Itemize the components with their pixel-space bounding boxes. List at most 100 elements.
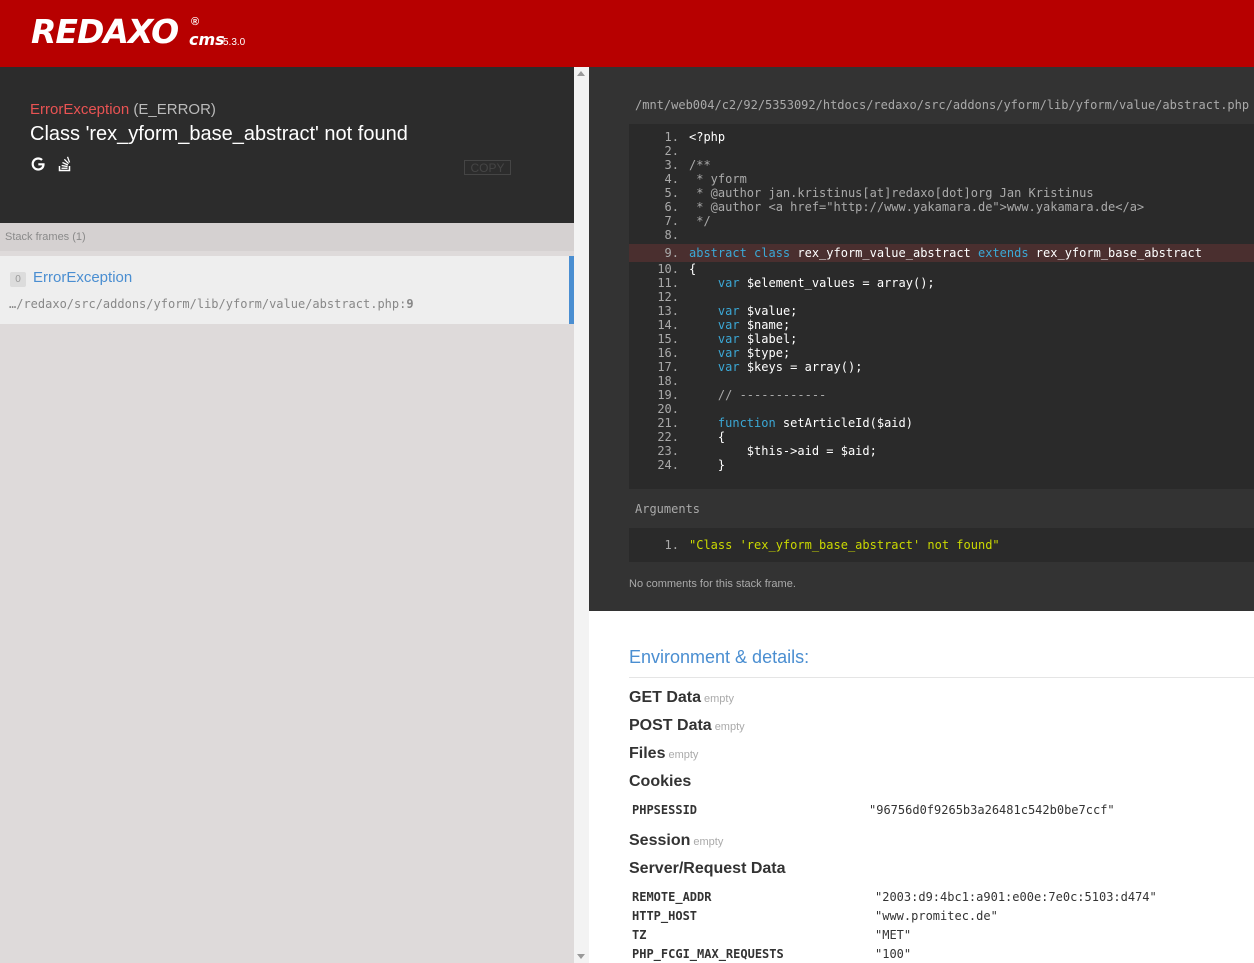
files-section: Files empty	[629, 744, 698, 765]
line-number: 24.	[657, 458, 679, 472]
code-panel: /mnt/web004/c2/92/5353092/htdocs/redaxo/…	[589, 67, 1254, 611]
line-number: 16.	[657, 346, 679, 360]
code-line: 22. {	[629, 430, 1254, 444]
scroll-down-arrow-icon[interactable]	[577, 954, 585, 959]
section-label: Cookies	[629, 773, 692, 790]
code-line: 6. * @author <a href="http://www.yakamar…	[629, 200, 1254, 214]
code-text: abstract class rex_yform_value_abstract …	[689, 246, 1202, 260]
stack-frame[interactable]: 0 ErrorException …/redaxo/src/addons/yfo…	[0, 256, 574, 324]
code-line: 21. function setArticleId($aid)	[629, 416, 1254, 430]
section-label: POST Data	[629, 717, 712, 734]
empty-badge: empty	[693, 836, 724, 848]
line-number: 6.	[664, 200, 679, 214]
exception-class: ErrorException	[30, 101, 130, 118]
line-number: 19.	[657, 388, 679, 402]
stackoverflow-icon[interactable]	[57, 156, 73, 172]
server-section: Server/Request Data	[629, 859, 786, 879]
code-line: 5. * @author jan.kristinus[at]redaxo[dot…	[629, 186, 1254, 200]
line-number: 3.	[664, 158, 679, 172]
empty-badge: empty	[668, 749, 699, 761]
section-label: GET Data	[629, 689, 702, 706]
code-line: 16. var $type;	[629, 346, 1254, 360]
line-number: 11.	[657, 276, 679, 290]
file-path[interactable]: /mnt/web004/c2/92/5353092/htdocs/redaxo/…	[635, 97, 1249, 113]
server-key: REMOTE_ADDR	[632, 890, 712, 904]
code-line: 11. var $element_values = array();	[629, 276, 1254, 290]
server-key: TZ	[632, 928, 647, 942]
code-line: 3. /**	[629, 158, 1254, 172]
exception-type: ErrorException (E_ERROR)	[30, 101, 216, 119]
frame-class: ErrorException	[33, 269, 133, 286]
code-line: 4. * yform	[629, 172, 1254, 186]
exception-message: Class 'rex_yform_base_abstract' not foun…	[30, 123, 408, 145]
registered-mark: ®	[191, 16, 200, 28]
frame-index: 0	[10, 272, 26, 287]
line-number: 23.	[657, 444, 679, 458]
server-value: "2003:d9:4bc1:a901:e00e:7e0c:5103:d474"	[875, 890, 1157, 904]
code-text: * @author jan.kristinus[at]redaxo[dot]or…	[689, 186, 1094, 200]
section-label: Server/Request Data	[629, 860, 786, 877]
code-text: {	[689, 262, 697, 276]
stack-frames-panel: Stack frames (1) 0 ErrorException …/reda…	[0, 223, 574, 963]
scroll-up-arrow-icon[interactable]	[577, 71, 585, 76]
session-section: Session empty	[629, 831, 723, 852]
code-line: 8.	[629, 228, 1254, 242]
environment-panel: Environment & details: GET Data empty POS…	[589, 611, 1254, 963]
code-line: 10. {	[629, 262, 1254, 276]
section-label: Session	[629, 832, 691, 849]
line-number: 8.	[664, 228, 679, 242]
line-number: 1.	[664, 130, 679, 144]
get-data-section: GET Data empty	[629, 688, 734, 709]
code-line: 14. var $name;	[629, 318, 1254, 332]
code-line: 2.	[629, 144, 1254, 158]
scrollbar[interactable]	[574, 67, 589, 963]
line-number: 21.	[657, 416, 679, 430]
exception-panel: ErrorException (E_ERROR) Class 'rex_yfor…	[0, 67, 574, 223]
code-viewer: 1. <?php 2. 3./** 4. * yform 5. * @author jan…	[629, 124, 1254, 489]
line-number: 17.	[657, 360, 679, 374]
line-number: 22.	[657, 430, 679, 444]
code-text: <?php	[689, 130, 726, 144]
line-number: 10.	[657, 262, 679, 276]
environment-title: Environment & details:	[629, 647, 810, 667]
redaxo-logo[interactable]: REDAXO	[31, 14, 179, 50]
code-text: * @author <a href="http://www.yakamara.d…	[689, 200, 1145, 214]
code-text: * yform	[689, 172, 747, 186]
line-number: 9.	[664, 246, 679, 260]
code-line: 12.	[629, 290, 1254, 304]
argument-value: "Class 'rex_yform_base_abstract' not fou…	[689, 538, 1000, 552]
code-line: 23. $this->aid = $aid;	[629, 444, 1254, 458]
code-text: var $type;	[717, 346, 791, 360]
server-value: "www.promitec.de"	[875, 909, 998, 923]
section-label: Files	[629, 745, 666, 762]
code-line: 15. var $label;	[629, 332, 1254, 346]
code-line: 24. }	[629, 458, 1254, 472]
line-number: 14.	[657, 318, 679, 332]
code-text: var $value;	[717, 304, 798, 318]
empty-badge: empty	[714, 721, 745, 733]
code-text: {	[689, 430, 726, 444]
copy-button[interactable]: COPY	[464, 160, 511, 175]
code-text: var $element_values = array();	[717, 276, 935, 290]
code-text: $this->aid = $aid;	[689, 444, 877, 458]
code-line: 18.	[629, 374, 1254, 388]
no-comments-text: No comments for this stack frame.	[629, 578, 796, 590]
line-number: 12.	[657, 290, 679, 304]
code-line: 1. <?php	[629, 130, 1254, 144]
logo-cms-text: cms	[189, 30, 225, 49]
line-number: 13.	[657, 304, 679, 318]
line-number: 18.	[657, 374, 679, 388]
code-text: // ------------	[689, 388, 827, 402]
arguments-label: Arguments	[635, 502, 701, 516]
stack-frames-count: Stack frames (1)	[5, 231, 86, 243]
code-text: var $label;	[717, 332, 798, 346]
google-search-icon[interactable]	[30, 156, 46, 172]
arguments-list: 1. "Class 'rex_yform_base_abstract' not …	[629, 528, 1254, 562]
line-number: 20.	[657, 402, 679, 416]
cookies-section: Cookies	[629, 772, 691, 792]
divider	[629, 677, 1254, 678]
code-text: var $name;	[717, 318, 791, 332]
app-header: REDAXO ® cms 5.3.0	[0, 0, 1254, 67]
line-number: 15.	[657, 332, 679, 346]
code-line: 19. // ------------	[629, 388, 1254, 402]
